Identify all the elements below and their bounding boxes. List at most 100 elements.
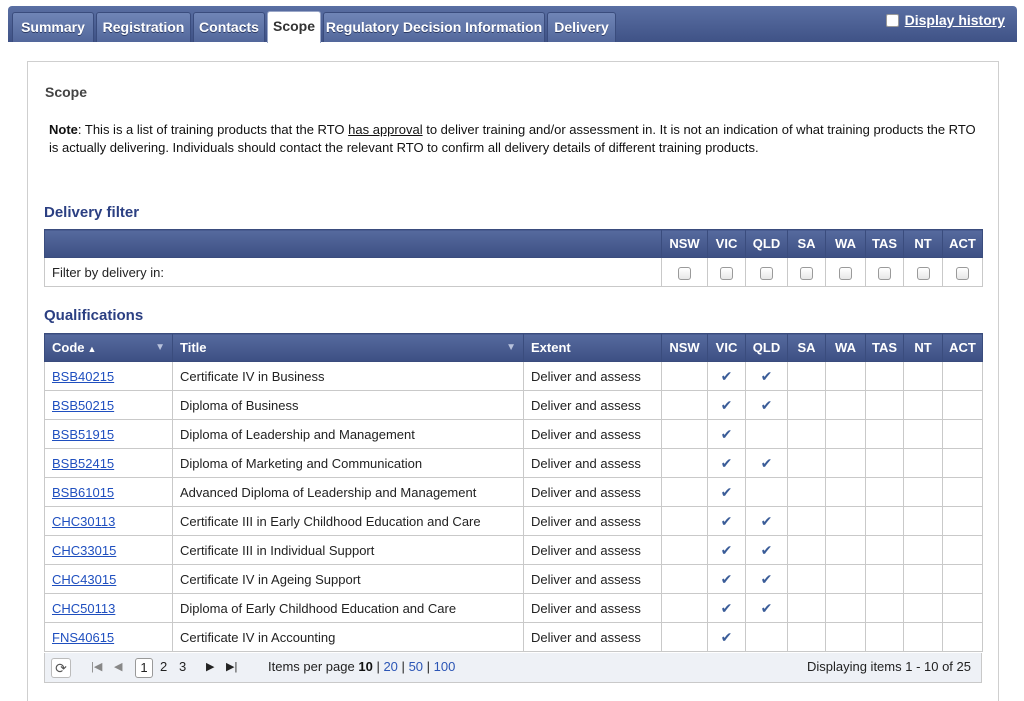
display-history-toggle[interactable]: Display history (885, 12, 1005, 28)
filter-header-nt: NT (903, 229, 943, 258)
qualifications-table: Code ▲ ▼ Title ▼ Extent NSW VIC QLD SA WA TAS NT A… (44, 333, 983, 652)
filter-checkbox-sa[interactable] (800, 266, 813, 280)
state-cell-wa (825, 564, 866, 594)
filter-checkbox-nsw[interactable] (678, 266, 691, 280)
qualification-code-link[interactable]: FNS40615 (52, 630, 114, 645)
state-cell-wa (825, 535, 866, 565)
qualification-code-link[interactable]: BSB61015 (52, 485, 114, 500)
title-cell: Diploma of Early Childhood Education and… (172, 593, 524, 623)
table-row: FNS40615 Certificate IV in Accounting Deli… (44, 622, 983, 652)
table-row: CHC30113 Certificate III in Early Childho… (44, 506, 983, 536)
state-cell-wa (825, 622, 866, 652)
state-cell-tas (865, 419, 904, 449)
state-cell-wa (825, 477, 866, 507)
state-cell-tas (865, 535, 904, 565)
state-cell-nsw (661, 448, 708, 478)
qualification-code-link[interactable]: BSB40215 (52, 369, 114, 384)
extent-cell: Deliver and assess (523, 622, 662, 652)
state-cell-nsw (661, 506, 708, 536)
state-cell-act (942, 593, 983, 623)
filter-icon[interactable]: ▼ (506, 342, 516, 353)
qualification-code-link[interactable]: BSB52415 (52, 456, 114, 471)
last-page-icon[interactable]: ▶| (226, 660, 237, 673)
state-cell-qld: ✔ (745, 390, 788, 420)
tab-contacts[interactable]: Contacts (193, 12, 265, 42)
display-history-checkbox[interactable] (885, 13, 899, 27)
checkmark-icon: ✔ (720, 599, 733, 616)
state-cell-qld (745, 419, 788, 449)
tab-summary[interactable]: Summary (12, 12, 94, 42)
filter-header-nsw: NSW (661, 229, 708, 258)
filter-row-label: Filter by delivery in: (44, 257, 662, 287)
state-cell-tas (865, 448, 904, 478)
filter-checkbox-tas[interactable] (878, 266, 891, 280)
checkmark-icon: ✔ (720, 454, 733, 471)
state-cell-vic: ✔ (707, 419, 746, 449)
qualification-code-link[interactable]: CHC43015 (52, 572, 116, 587)
refresh-icon[interactable]: ⟳ (51, 658, 71, 678)
state-cell-vic: ✔ (707, 448, 746, 478)
state-cell-act (942, 390, 983, 420)
page-button[interactable]: 2 (160, 658, 167, 676)
state-cell-qld: ✔ (745, 593, 788, 623)
qualification-code-link[interactable]: BSB51915 (52, 427, 114, 442)
column-header-code[interactable]: Code ▲ ▼ (44, 333, 173, 362)
state-cell-vic: ✔ (707, 535, 746, 565)
column-header-qld: QLD (745, 333, 788, 362)
code-cell: BSB50215 (44, 390, 173, 420)
state-cell-nsw (661, 419, 708, 449)
first-page-icon[interactable]: |◀ (91, 660, 102, 673)
state-cell-qld: ✔ (745, 361, 788, 391)
title-cell: Diploma of Marketing and Communication (172, 448, 524, 478)
table-row: CHC33015 Certificate III in Individual Su… (44, 535, 983, 565)
tab-delivery[interactable]: Delivery (547, 12, 616, 42)
state-cell-tas (865, 361, 904, 391)
filter-checkbox-act[interactable] (956, 266, 969, 280)
has-approval-link[interactable]: has approval (348, 122, 422, 137)
filter-checkbox-wa[interactable] (839, 266, 852, 280)
state-cell-wa (825, 419, 866, 449)
page-button[interactable]: 3 (179, 658, 186, 676)
next-page-icon[interactable]: ▶ (206, 660, 214, 673)
tab-bar: Summary Registration Contacts Scope Regu… (8, 6, 1017, 43)
tab-registration[interactable]: Registration (96, 12, 191, 42)
column-header-extent[interactable]: Extent (523, 333, 662, 362)
state-cell-tas (865, 390, 904, 420)
extent-cell: Deliver and assess (523, 535, 662, 565)
state-cell-nsw (661, 477, 708, 507)
displaying-items-text: Displaying items 1 - 10 of 25 (806, 659, 971, 674)
state-cell-vic: ✔ (707, 622, 746, 652)
note-label: Note (49, 122, 78, 137)
filter-icon[interactable]: ▼ (155, 342, 165, 353)
page-size-option[interactable]: 50 (409, 659, 423, 674)
qualification-code-link[interactable]: CHC30113 (52, 514, 115, 529)
filter-checkbox-nt[interactable] (916, 266, 930, 280)
state-cell-sa (787, 593, 826, 623)
state-cell-vic: ✔ (707, 477, 746, 507)
filter-header-tas: TAS (865, 229, 904, 258)
display-history-label[interactable]: Display history (905, 12, 1005, 28)
tab-scope[interactable]: Scope (267, 11, 321, 43)
state-cell-act (942, 564, 983, 594)
state-cell-act (942, 622, 983, 652)
state-cell-qld (745, 477, 788, 507)
extent-cell: Deliver and assess (523, 564, 662, 594)
extent-cell: Deliver and assess (523, 390, 662, 420)
tab-regulatory-decision-information[interactable]: Regulatory Decision Information (323, 12, 545, 42)
qualification-code-link[interactable]: CHC50113 (52, 601, 115, 616)
state-cell-qld (745, 622, 788, 652)
page-button-current[interactable]: 1 (135, 658, 153, 678)
state-cell-nsw (661, 361, 708, 391)
filter-header-vic: VIC (707, 229, 746, 258)
qualification-code-link[interactable]: BSB50215 (52, 398, 114, 413)
page-size-option[interactable]: 20 (383, 659, 397, 674)
column-header-title[interactable]: Title ▼ (172, 333, 524, 362)
filter-checkbox-qld[interactable] (760, 266, 773, 280)
page-size-selected[interactable]: 10 (358, 659, 372, 674)
filter-checkbox-vic[interactable] (720, 266, 733, 280)
qualification-code-link[interactable]: CHC33015 (52, 543, 116, 558)
table-row: CHC43015 Certificate IV in Ageing Support… (44, 564, 983, 594)
previous-page-icon[interactable]: ◀ (114, 660, 122, 673)
state-cell-tas (865, 506, 904, 536)
page-size-option[interactable]: 100 (434, 659, 456, 674)
